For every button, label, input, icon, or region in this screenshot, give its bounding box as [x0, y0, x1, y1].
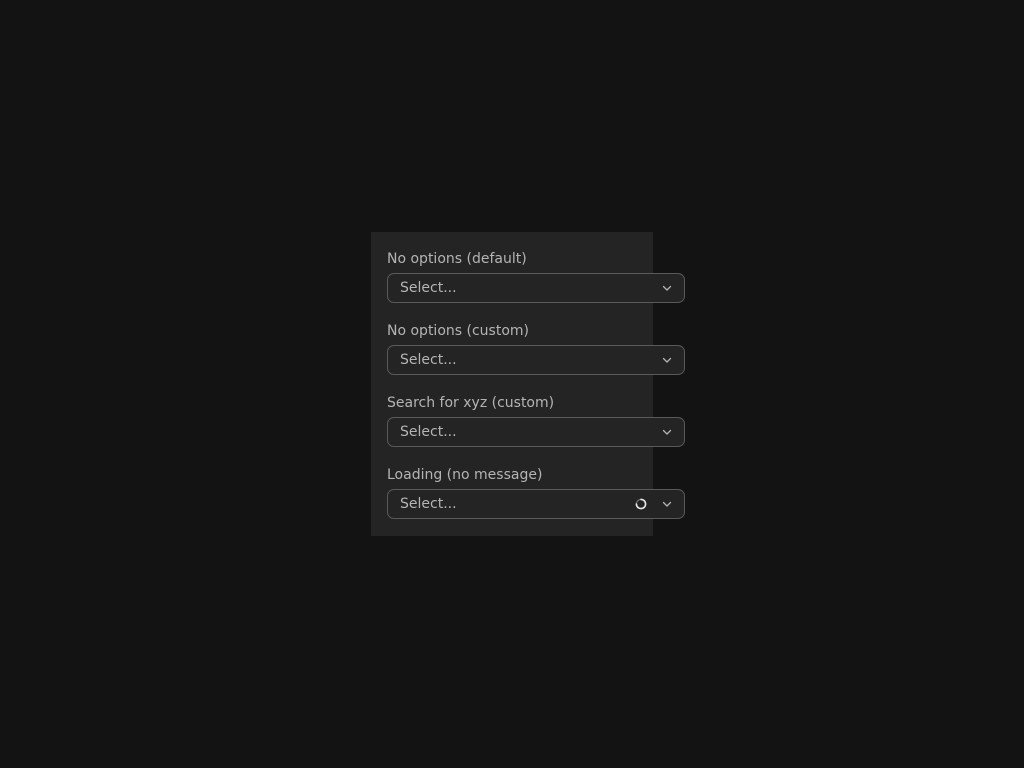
no-options-default-select[interactable]: Select... [387, 273, 685, 303]
search-xyz-custom-field: Search for xyz (custom) Select... [387, 393, 687, 447]
search-xyz-custom-select[interactable]: Select... [387, 417, 685, 447]
chevron-down-icon[interactable] [662, 284, 672, 292]
loading-no-message-select[interactable]: Select... [387, 489, 685, 519]
field-label: No options (default) [387, 251, 527, 267]
no-options-default-field: No options (default) Select... [387, 249, 687, 303]
loading-no-message-field: Loading (no message) Select... [387, 465, 687, 519]
field-label: Loading (no message) [387, 467, 543, 483]
field-label: Search for xyz (custom) [387, 395, 555, 411]
select-placeholder: Select... [400, 496, 457, 512]
loading-spinner-icon [635, 498, 647, 510]
field-label: No options (custom) [387, 323, 529, 339]
chevron-down-icon[interactable] [662, 356, 672, 364]
select-placeholder: Select... [400, 424, 457, 440]
chevron-down-icon[interactable] [662, 428, 672, 436]
select-examples-panel: No options (default) Select... No option… [371, 232, 685, 536]
select-placeholder: Select... [400, 352, 457, 368]
no-options-custom-field: No options (custom) Select... [387, 321, 687, 375]
no-options-custom-select[interactable]: Select... [387, 345, 685, 375]
select-placeholder: Select... [400, 280, 457, 296]
chevron-down-icon[interactable] [662, 500, 672, 508]
